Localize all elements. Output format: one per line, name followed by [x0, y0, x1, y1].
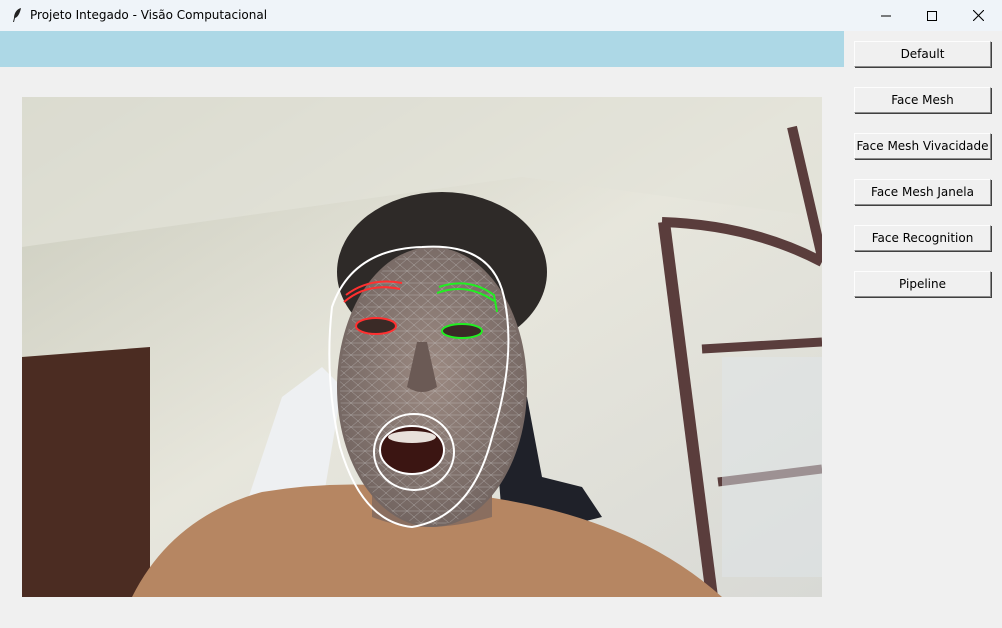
- face-mesh-vivacidade-button[interactable]: Face Mesh Vivacidade: [854, 133, 991, 159]
- teeth: [388, 431, 436, 443]
- left-eye: [441, 323, 483, 339]
- maximize-button[interactable]: [909, 0, 955, 31]
- face-mesh-janela-button[interactable]: Face Mesh Janela: [854, 179, 991, 205]
- window-glass: [722, 357, 822, 577]
- right-eye: [355, 317, 397, 335]
- face-recognition-button[interactable]: Face Recognition: [854, 225, 991, 251]
- title-bar[interactable]: Projeto Integado - Visão Computacional: [0, 0, 1002, 31]
- maximize-icon: [927, 10, 937, 21]
- feather-icon: [13, 8, 21, 22]
- pipeline-button[interactable]: Pipeline: [854, 271, 991, 297]
- door-panel: [22, 347, 150, 597]
- close-button[interactable]: [955, 0, 1001, 31]
- default-button[interactable]: Default: [854, 41, 991, 67]
- camera-feed: [22, 97, 822, 597]
- camera-frame: [22, 97, 822, 597]
- face-mesh-button[interactable]: Face Mesh: [854, 87, 991, 113]
- minimize-icon: [881, 15, 891, 16]
- close-icon: [972, 10, 984, 21]
- window-title: Projeto Integado - Visão Computacional: [30, 8, 268, 22]
- status-label: [0, 31, 844, 67]
- minimize-button[interactable]: [863, 0, 909, 31]
